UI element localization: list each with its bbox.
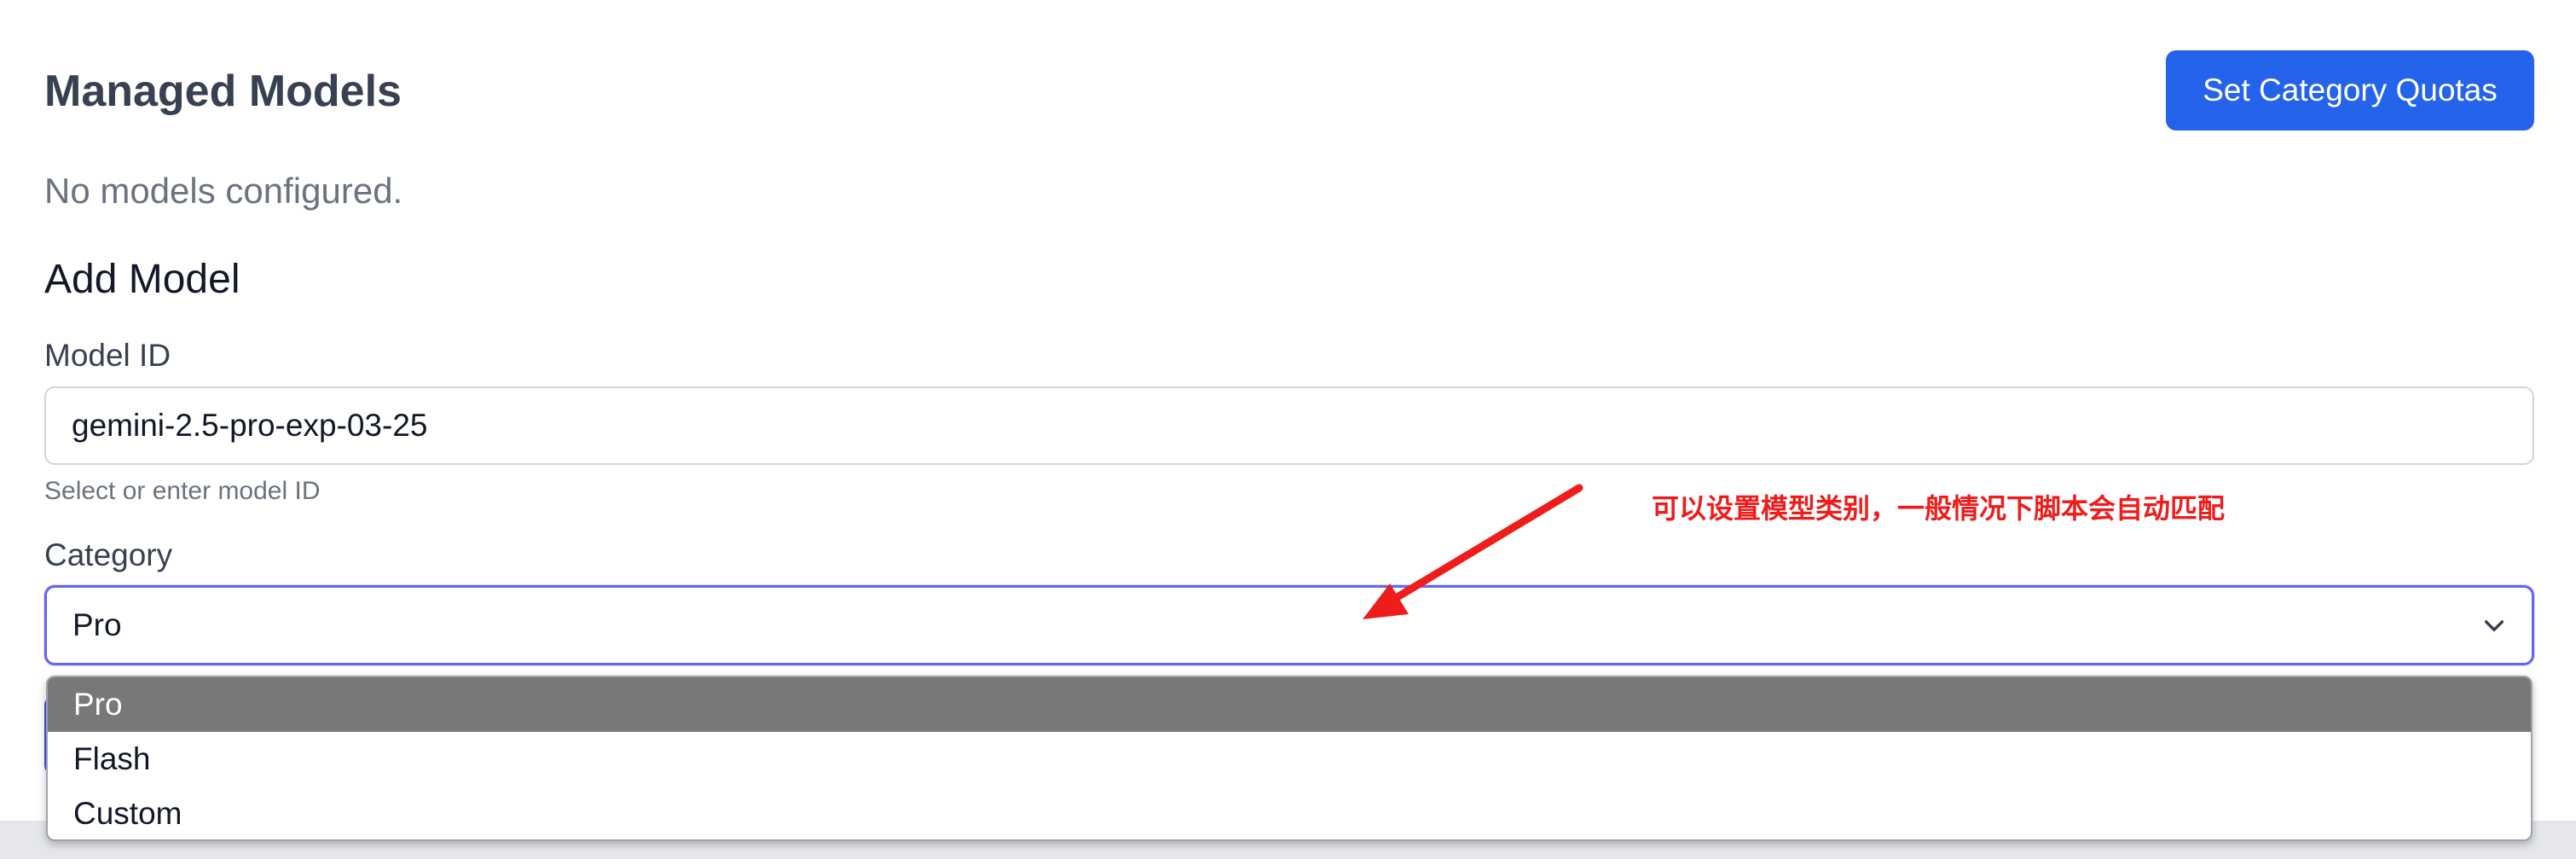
chevron-down-icon <box>2484 620 2504 632</box>
model-id-help-text: Select or enter model ID <box>44 477 321 505</box>
category-selected-value: Pro <box>72 607 122 642</box>
empty-models-message: No models configured. <box>44 171 403 211</box>
page-title: Managed Models <box>44 67 402 116</box>
category-select[interactable]: Pro <box>44 585 2534 665</box>
model-id-input[interactable] <box>44 386 2534 465</box>
model-id-label: Model ID <box>44 338 171 373</box>
category-label: Category <box>44 537 173 572</box>
set-category-quotas-button[interactable]: Set Category Quotas <box>2166 50 2534 131</box>
add-model-heading: Add Model <box>44 257 240 302</box>
category-option-pro[interactable]: Pro <box>48 677 2531 732</box>
arrow-icon <box>1363 484 1583 619</box>
category-option-flash[interactable]: Flash <box>48 732 2531 786</box>
annotation-note: 可以设置模型类别，一般情况下脚本会自动匹配 <box>1652 492 2226 525</box>
category-dropdown-list: Pro Flash Custom <box>46 676 2533 841</box>
category-option-custom[interactable]: Custom <box>48 786 2531 839</box>
